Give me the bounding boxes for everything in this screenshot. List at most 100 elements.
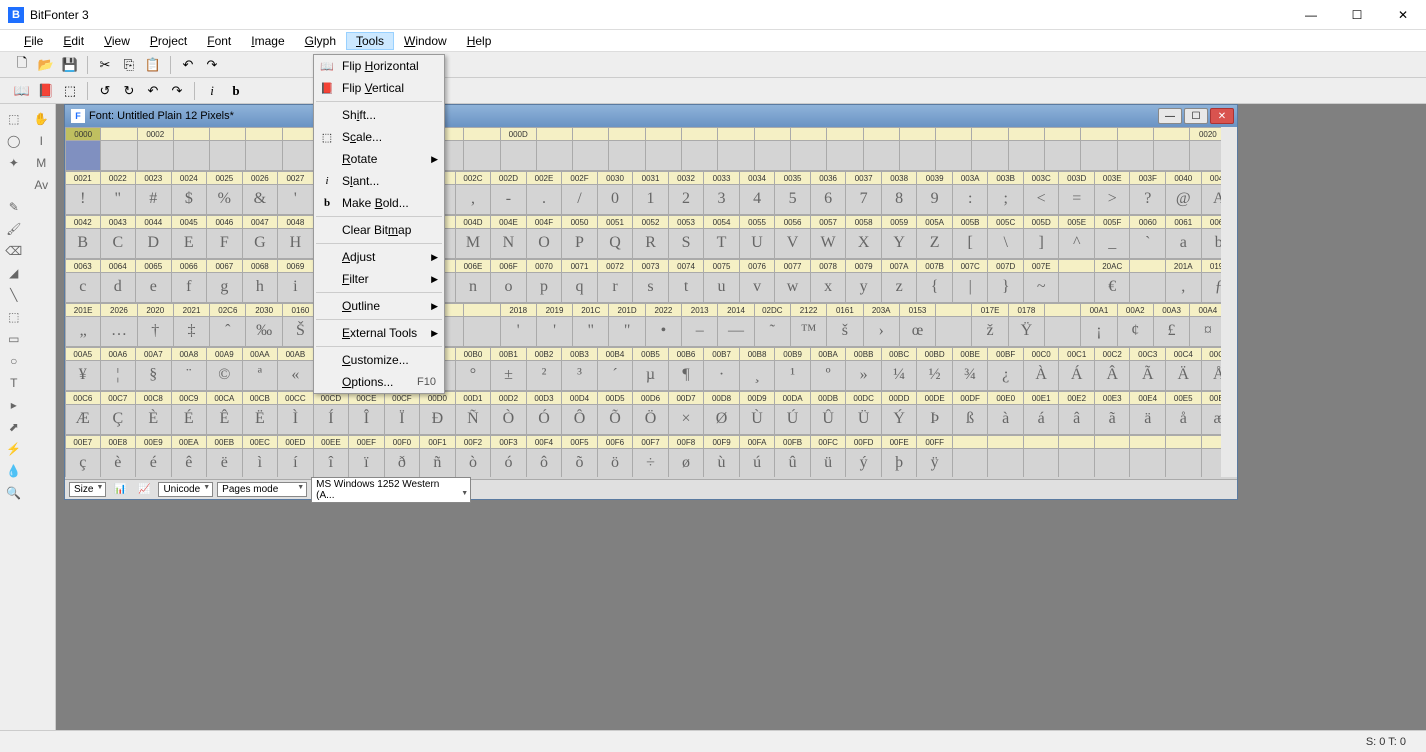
code-header[interactable] — [537, 127, 573, 141]
code-header[interactable] — [1130, 259, 1166, 273]
code-header[interactable]: 00FF — [917, 435, 953, 449]
code-header[interactable]: 00D5 — [598, 391, 634, 405]
glyph-cell[interactable]: ¿ — [988, 361, 1024, 391]
code-header[interactable]: 00E7 — [65, 435, 101, 449]
code-header[interactable]: 00AA — [243, 347, 279, 361]
glyph-cell[interactable] — [174, 141, 210, 171]
code-header[interactable]: 0068 — [243, 259, 279, 273]
glyph-cell[interactable]: – — [682, 317, 718, 347]
glyph-cell[interactable] — [1045, 141, 1081, 171]
code-header[interactable]: 00C1 — [1059, 347, 1095, 361]
glyph-cell[interactable]: F — [207, 229, 243, 259]
glyph-cell[interactable]: Ö — [633, 405, 669, 435]
code-header[interactable]: 007D — [988, 259, 1024, 273]
glyph-cell[interactable]: 9 — [917, 185, 953, 215]
glyph-cell[interactable]: n — [456, 273, 492, 303]
encoding-combo[interactable]: MS Windows 1252 Western (A... — [311, 477, 471, 503]
menu-item-scale-[interactable]: ⬚Scale... — [314, 126, 444, 148]
code-header[interactable] — [609, 127, 645, 141]
type-tool[interactable]: T — [2, 373, 26, 393]
glyph-cell[interactable]: T — [704, 229, 740, 259]
code-header[interactable]: 00F9 — [704, 435, 740, 449]
tool[interactable] — [30, 461, 54, 481]
code-header[interactable]: 0024 — [172, 171, 208, 185]
code-header[interactable]: 0058 — [846, 215, 882, 229]
glyph-cell[interactable]: ! — [65, 185, 101, 215]
code-header[interactable]: 0069 — [278, 259, 314, 273]
code-header[interactable]: 005B — [953, 215, 989, 229]
code-header[interactable]: 2026 — [101, 303, 137, 317]
code-header[interactable]: 00A2 — [1118, 303, 1154, 317]
code-header[interactable]: 0037 — [846, 171, 882, 185]
glyph-cell[interactable]: P — [562, 229, 598, 259]
glyph-cell[interactable]: ] — [1024, 229, 1060, 259]
glyph-cell[interactable]: x — [811, 273, 847, 303]
code-header[interactable]: 0032 — [669, 171, 705, 185]
code-header[interactable]: 20AC — [1095, 259, 1131, 273]
code-header[interactable]: 006E — [456, 259, 492, 273]
glyph-cell[interactable]: p — [527, 273, 563, 303]
glyph-cell[interactable] — [246, 141, 282, 171]
tool[interactable]: ⬈ — [2, 417, 26, 437]
glyph-cell[interactable]: < — [1024, 185, 1060, 215]
code-header[interactable]: 00DF — [953, 391, 989, 405]
glyph-cell[interactable]: Ü — [846, 405, 882, 435]
glyph-cell[interactable]: ² — [527, 361, 563, 391]
code-header[interactable]: 00F1 — [420, 435, 456, 449]
glyph-cell[interactable]: š — [827, 317, 863, 347]
code-header[interactable]: 00C2 — [1095, 347, 1131, 361]
code-header[interactable]: 00A8 — [172, 347, 208, 361]
glyph-cell[interactable] — [464, 141, 500, 171]
glyph-cell[interactable]: ë — [207, 449, 243, 477]
glyph-cell[interactable] — [1154, 141, 1190, 171]
glyph-cell[interactable]: v — [740, 273, 776, 303]
glyph-cell[interactable]: Ø — [704, 405, 740, 435]
chart-icon[interactable]: 📊 — [110, 480, 130, 500]
glyph-cell[interactable]: È — [136, 405, 172, 435]
glyph-cell[interactable]: o — [491, 273, 527, 303]
code-header[interactable]: 000D — [501, 127, 537, 141]
code-header[interactable]: 00D4 — [562, 391, 598, 405]
code-header[interactable]: 02C6 — [210, 303, 246, 317]
glyph-cell[interactable]: ³ — [562, 361, 598, 391]
code-header[interactable]: 00F2 — [456, 435, 492, 449]
glyph-cell[interactable]: Ó — [527, 405, 563, 435]
glyph-cell[interactable] — [1024, 449, 1060, 477]
code-header[interactable]: 00BE — [953, 347, 989, 361]
glyph-cell[interactable]: ± — [491, 361, 527, 391]
glyph-cell[interactable]: ¢ — [1118, 317, 1154, 347]
tool[interactable] — [2, 175, 26, 195]
code-header[interactable]: 00B4 — [598, 347, 634, 361]
glyph-cell[interactable] — [936, 317, 972, 347]
code-header[interactable]: 0036 — [811, 171, 847, 185]
menu-item-make-bold-[interactable]: bMake Bold... — [314, 192, 444, 214]
menu-item-customize-[interactable]: Customize... — [314, 349, 444, 371]
glyph-cell[interactable]: Õ — [598, 405, 634, 435]
code-header[interactable] — [1130, 435, 1166, 449]
menu-item-rotate[interactable]: Rotate▶ — [314, 148, 444, 170]
code-header[interactable]: 0067 — [207, 259, 243, 273]
menu-help[interactable]: Help — [457, 32, 502, 50]
code-header[interactable]: 00C9 — [172, 391, 208, 405]
glyph-cell[interactable]: Ì — [278, 405, 314, 435]
glyph-cell[interactable]: ™ — [791, 317, 827, 347]
code-header[interactable]: 006F — [491, 259, 527, 273]
code-header[interactable]: 00ED — [278, 435, 314, 449]
code-header[interactable]: 00D2 — [491, 391, 527, 405]
code-header[interactable]: 007C — [953, 259, 989, 273]
glyph-cell[interactable]: ´ — [598, 361, 634, 391]
code-header[interactable] — [900, 127, 936, 141]
code-header[interactable]: 2021 — [174, 303, 210, 317]
code-header[interactable]: 0035 — [775, 171, 811, 185]
menu-tools[interactable]: Tools — [346, 32, 394, 50]
doc-titlebar[interactable]: F Font: Untitled Plain 12 Pixels* — ☐ ✕ — [65, 105, 1237, 127]
code-header[interactable]: 201A — [1166, 259, 1202, 273]
glyph-cell[interactable] — [573, 141, 609, 171]
code-header[interactable]: 203A — [864, 303, 900, 317]
code-header[interactable]: 00BB — [846, 347, 882, 361]
code-header[interactable]: 0054 — [704, 215, 740, 229]
code-header[interactable]: 0000 — [65, 127, 101, 141]
lasso-tool[interactable]: ◯ — [2, 131, 26, 151]
pencil-tool[interactable]: ✎ — [2, 197, 26, 217]
code-header[interactable]: 0033 — [704, 171, 740, 185]
